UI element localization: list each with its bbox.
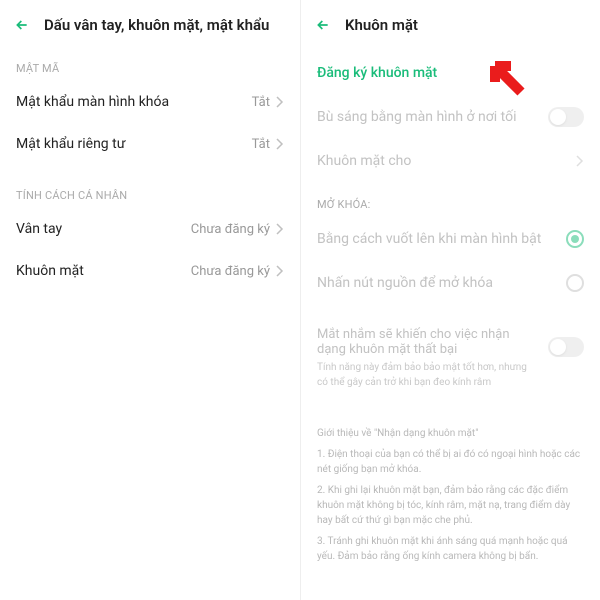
footer-para-3: 3. Tránh ghi khuôn mặt khi ánh sáng quá … (317, 534, 584, 564)
header-left: Dấu vân tay, khuôn mặt, mật khẩu (0, 0, 300, 52)
toggle-switch[interactable] (548, 107, 584, 127)
row-face[interactable]: Khuôn mặt Chưa đăng ký (0, 250, 300, 292)
row-value-text: Chưa đăng ký (191, 222, 270, 237)
section-label-personal: TÍNH CÁCH CÁ NHÂN (0, 165, 300, 208)
header-right: Khuôn mặt (301, 0, 600, 52)
panel-right: Khuôn mặt Đăng ký khuôn mặt Bù sáng bằng… (300, 0, 600, 600)
footer-intro: Giới thiệu về "Nhận dạng khuôn mặt" (317, 426, 584, 441)
row-label: Đăng ký khuôn mặt (317, 65, 437, 81)
section-label-unlock: MỞ KHÓA: (301, 182, 600, 217)
panel-left: Dấu vân tay, khuôn mặt, mật khẩu MẬT MÃ … (0, 0, 300, 600)
row-label: Mật khẩu màn hình khóa (16, 94, 169, 110)
back-arrow-icon[interactable] (315, 17, 331, 33)
row-value-text: Chưa đăng ký (191, 264, 270, 279)
radio-button[interactable] (566, 230, 584, 248)
info-desc: Tính năng này đảm bảo bảo mật tốt hơn, n… (317, 361, 538, 390)
row-fingerprint[interactable]: Vân tay Chưa đăng ký (0, 208, 300, 250)
row-label: Khuôn mặt (16, 263, 84, 279)
row-label: Nhấn nút nguồn để mở khóa (317, 275, 493, 291)
row-label: Bằng cách vuốt lên khi màn hình bật (317, 231, 541, 247)
footer-para-2: 2. Khi ghi lại khuôn mặt bạn, đảm bảo rằ… (317, 483, 584, 528)
section-label-passcode: MẬT MÃ (0, 52, 300, 81)
row-label: Mật khẩu riêng tư (16, 136, 125, 152)
footer-about: Giới thiệu về "Nhận dạng khuôn mặt" 1. Đ… (301, 400, 600, 564)
toggle-switch[interactable] (548, 337, 584, 357)
row-value: Tắt (252, 137, 284, 152)
chevron-right-icon (276, 96, 284, 108)
row-value-text: Tắt (252, 95, 270, 110)
chevron-right-icon (576, 155, 584, 167)
row-label: Khuôn mặt cho (317, 153, 411, 169)
footer-para-1: 1. Điện thoại của bạn có thể bị ai đó có… (317, 447, 584, 477)
chevron-right-icon (276, 265, 284, 277)
back-arrow-icon[interactable] (14, 17, 30, 33)
row-label: Bù sáng bằng màn hình ở nơi tối (317, 109, 516, 125)
row-privacy-password[interactable]: Mật khẩu riêng tư Tắt (0, 123, 300, 165)
row-value: Chưa đăng ký (191, 222, 284, 237)
chevron-right-icon (276, 223, 284, 235)
row-lockscreen-password[interactable]: Mật khẩu màn hình khóa Tắt (0, 81, 300, 123)
row-value-text: Tắt (252, 137, 270, 152)
chevron-right-icon (276, 138, 284, 150)
row-face-for[interactable]: Khuôn mặt cho (301, 140, 600, 182)
row-register-face[interactable]: Đăng ký khuôn mặt (301, 52, 600, 94)
page-title-right: Khuôn mặt (345, 16, 418, 34)
row-swipe-unlock[interactable]: Bằng cách vuốt lên khi màn hình bật (301, 217, 600, 261)
row-power-unlock[interactable]: Nhấn nút nguồn để mở khóa (301, 261, 600, 305)
radio-button[interactable] (566, 274, 584, 292)
row-value: Tắt (252, 95, 284, 110)
page-title-left: Dấu vân tay, khuôn mặt, mật khẩu (44, 16, 269, 34)
info-closed-eyes: Mắt nhắm sẽ khiến cho việc nhận dạng khu… (301, 305, 600, 400)
row-value: Chưa đăng ký (191, 264, 284, 279)
row-screen-brightness-compensation[interactable]: Bù sáng bằng màn hình ở nơi tối (301, 94, 600, 140)
row-label: Vân tay (16, 221, 62, 237)
info-title: Mắt nhắm sẽ khiến cho việc nhận dạng khu… (317, 327, 538, 357)
